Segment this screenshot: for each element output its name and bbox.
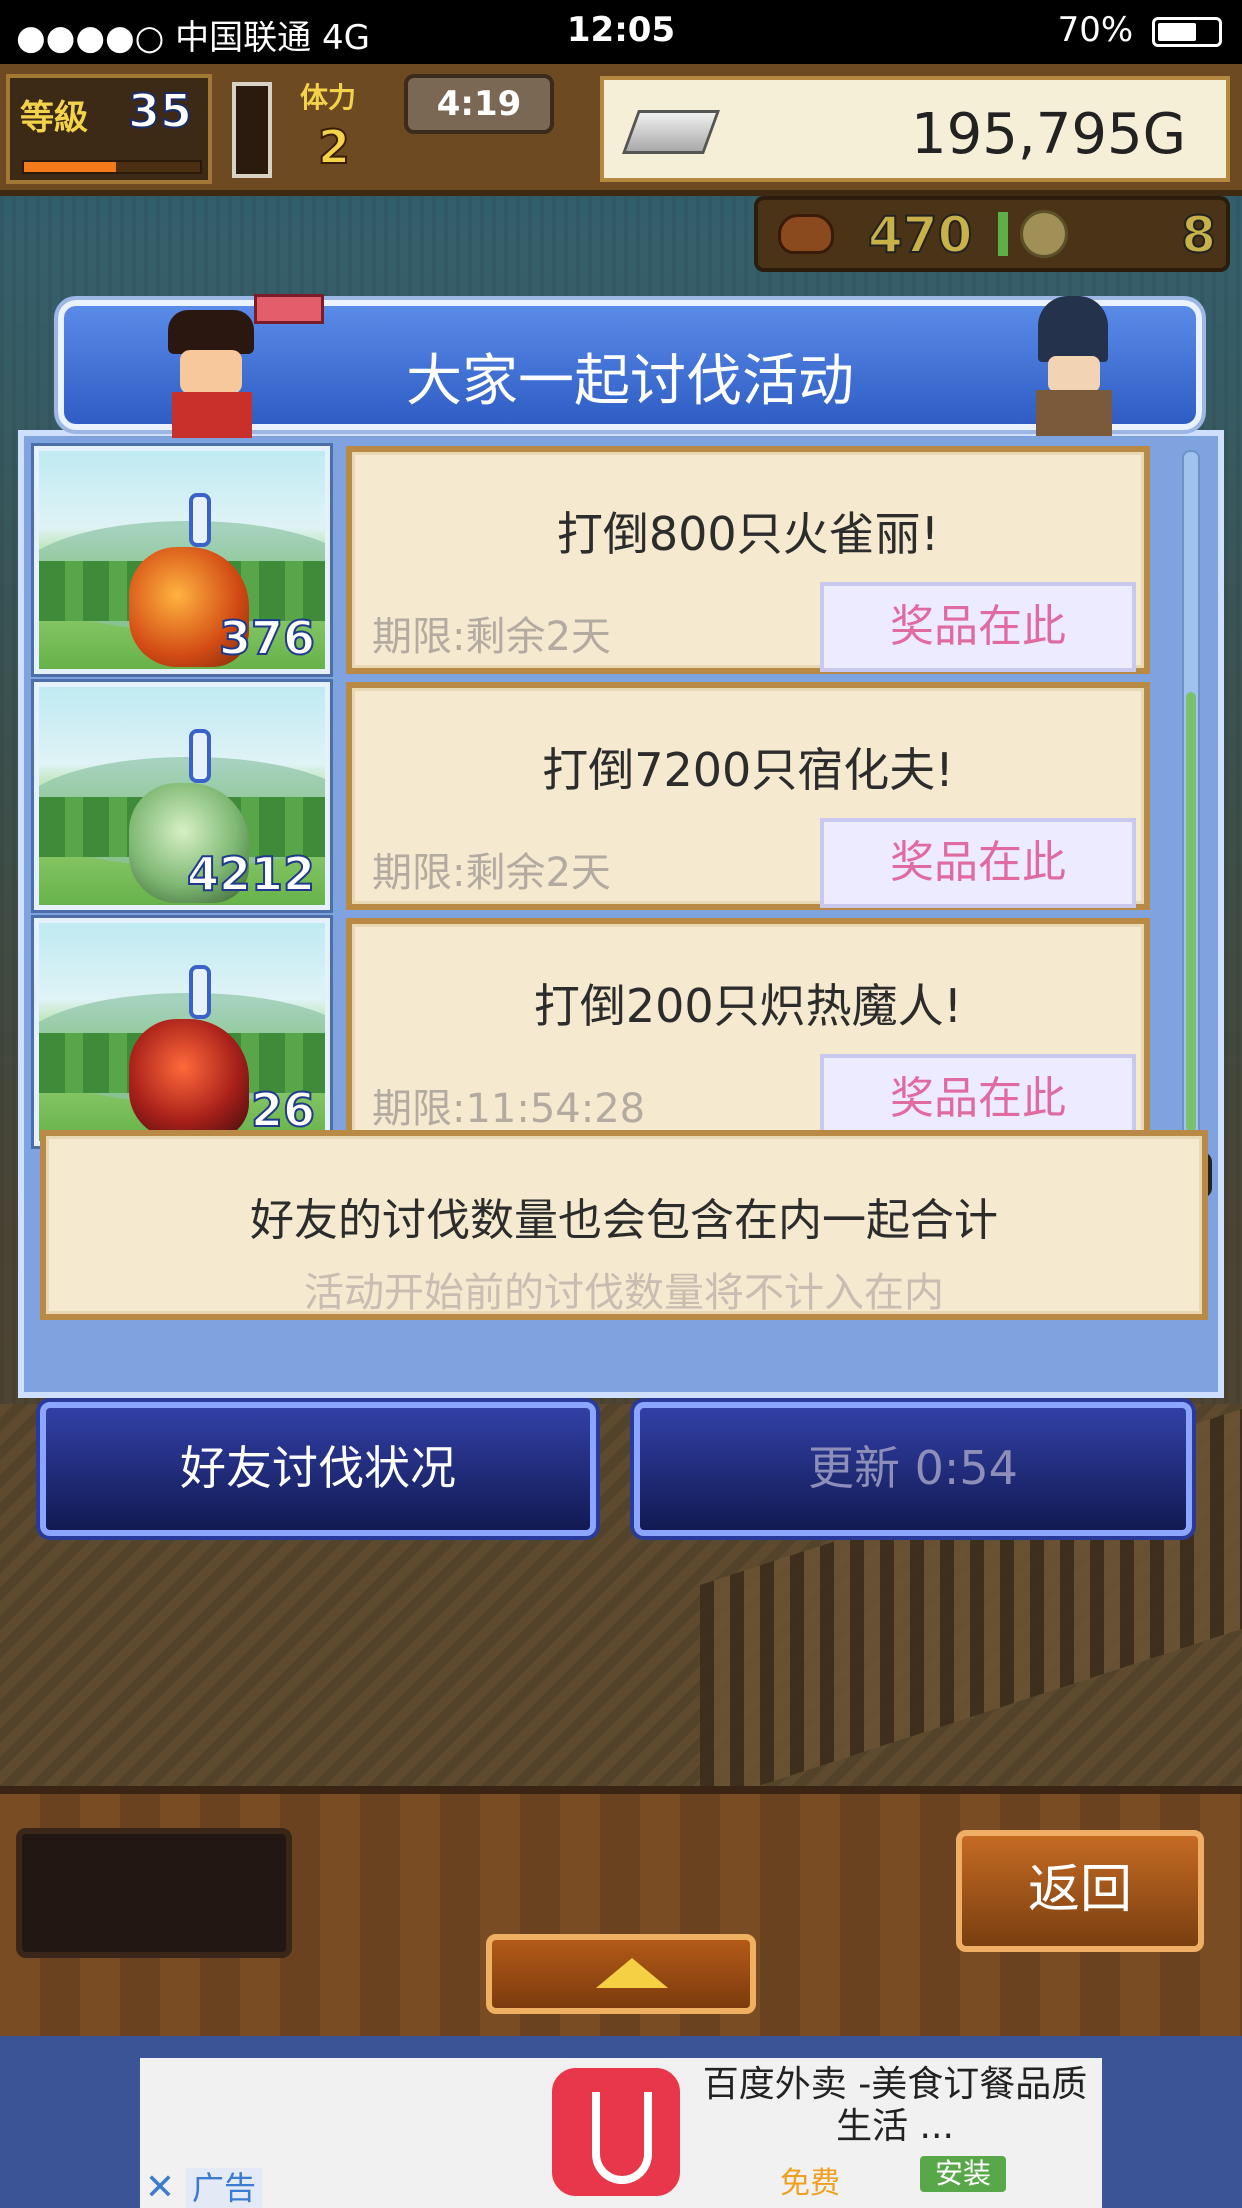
monster-count: 4212	[186, 846, 316, 902]
status-time: 12:05	[566, 10, 676, 50]
event-card[interactable]: 打倒800只火雀丽! 期限:剩余2天 奖品在此	[346, 446, 1150, 674]
install-button[interactable]: 安装	[920, 2156, 1006, 2192]
stamina-label: 体力	[300, 81, 357, 114]
ad-price: 免费	[780, 2166, 840, 2201]
event-goal: 打倒7200只宿化夫!	[542, 743, 954, 797]
resource-bar: 470 8	[754, 196, 1230, 272]
exclamation-icon	[189, 493, 211, 547]
event-note: 好友的讨伐数量也会包含在内一起合计 活动开始前的讨伐数量将不计入在内	[40, 1130, 1208, 1320]
event-deadline: 期限:11:54:28	[372, 1086, 646, 1132]
gold-amount: 195,795G	[911, 102, 1186, 167]
bottom-slot	[16, 1828, 292, 1958]
resource-divider	[998, 212, 1008, 256]
medal-count: 8	[1180, 205, 1217, 265]
event-list-panel: 376 打倒800只火雀丽! 期限:剩余2天 奖品在此 4212 打倒7200只…	[18, 430, 1224, 1398]
level-label: 等級	[20, 98, 88, 138]
event-card[interactable]: 打倒7200只宿化夫! 期限:剩余2天 奖品在此	[346, 682, 1150, 910]
event-row: 26 打倒200只炽热魔人! 期限:11:54:28 奖品在此	[31, 915, 1150, 1149]
level-progress-bar	[22, 160, 202, 174]
fork-app-icon[interactable]	[546, 2062, 686, 2202]
item-slot[interactable]	[232, 82, 272, 178]
ad-bar: ✕ 广告 百度外卖 -美食订餐品质生活 ... 免费 安装	[0, 2036, 1242, 2208]
silver-ingot-icon	[621, 110, 721, 154]
battery-icon	[1152, 16, 1222, 47]
monster-thumbnail[interactable]: 26	[31, 915, 333, 1149]
return-button[interactable]: 返回	[956, 1830, 1204, 1952]
close-icon[interactable]: ✕	[140, 2168, 180, 2208]
monster-count: 26	[250, 1082, 316, 1138]
note-line-2: 活动开始前的讨伐数量将不计入在内	[304, 1270, 944, 1316]
event-dialog: 376 打倒800只火雀丽! 期限:剩余2天 奖品在此 4212 打倒7200只…	[18, 294, 1224, 1398]
dialog-title-banner: 大家一起讨伐活动	[58, 294, 1202, 438]
meat-count: 470	[867, 205, 973, 265]
event-deadline: 期限:剩余2天	[372, 614, 611, 660]
exclamation-icon	[189, 965, 211, 1019]
wizard-character-icon	[1008, 296, 1138, 436]
update-button[interactable]: 更新 0:54	[634, 1402, 1192, 1536]
level-panel: 等級 35	[6, 74, 212, 184]
monster-thumbnail[interactable]: 4212	[31, 679, 333, 913]
scrollbar-thumb[interactable]	[1186, 692, 1196, 1132]
meat-icon	[778, 214, 834, 254]
reward-button[interactable]: 奖品在此	[820, 818, 1136, 908]
ad-title[interactable]: 百度外卖 -美食订餐品质生活 ...	[700, 2064, 1090, 2148]
friends-status-button[interactable]: 好友讨伐状况	[40, 1402, 596, 1536]
event-goal: 打倒800只火雀丽!	[556, 507, 940, 561]
monster-thumbnail[interactable]: 376	[31, 443, 333, 677]
triangle-up-icon	[596, 1958, 668, 1988]
blaze-demon-monster-icon	[129, 1019, 249, 1139]
event-row: 4212 打倒7200只宿化夫! 期限:剩余2天 奖品在此	[31, 679, 1150, 913]
event-card[interactable]: 打倒200只炽热魔人! 期限:11:54:28 奖品在此	[346, 918, 1150, 1146]
top-hud: 等級 35 体力 2 4:19 195,795G	[0, 64, 1242, 196]
gold-panel: 195,795G	[600, 76, 1230, 182]
battery-status: 70%	[1058, 10, 1222, 50]
bottom-bar: 返回	[0, 1786, 1242, 2036]
event-row: 376 打倒800只火雀丽! 期限:剩余2天 奖品在此	[31, 443, 1150, 677]
battery-percent: 70%	[1057, 10, 1134, 50]
level-progress-fill	[24, 162, 116, 172]
exclamation-icon	[189, 729, 211, 783]
event-deadline: 期限:剩余2天	[372, 850, 611, 896]
note-line-1: 好友的讨伐数量也会包含在内一起合计	[250, 1195, 998, 1246]
medal-icon	[1020, 210, 1068, 258]
timer-plate: 4:19	[404, 74, 554, 134]
status-bar: ●●●●○ 中国联通 4G 12:05 70%	[0, 0, 1242, 64]
level-value: 35	[127, 83, 193, 139]
reward-button[interactable]: 奖品在此	[820, 582, 1136, 672]
event-goal: 打倒200只炽热魔人!	[533, 979, 963, 1033]
monster-count: 376	[218, 610, 316, 666]
scroll-up-button[interactable]	[486, 1934, 756, 2014]
list-scrollbar[interactable]	[1182, 450, 1200, 1150]
ad-banner[interactable]: ✕ 广告 百度外卖 -美食订餐品质生活 ... 免费 安装	[140, 2058, 1102, 2208]
ad-label: 广告	[186, 2168, 263, 2208]
stamina-value: 2	[317, 119, 351, 175]
